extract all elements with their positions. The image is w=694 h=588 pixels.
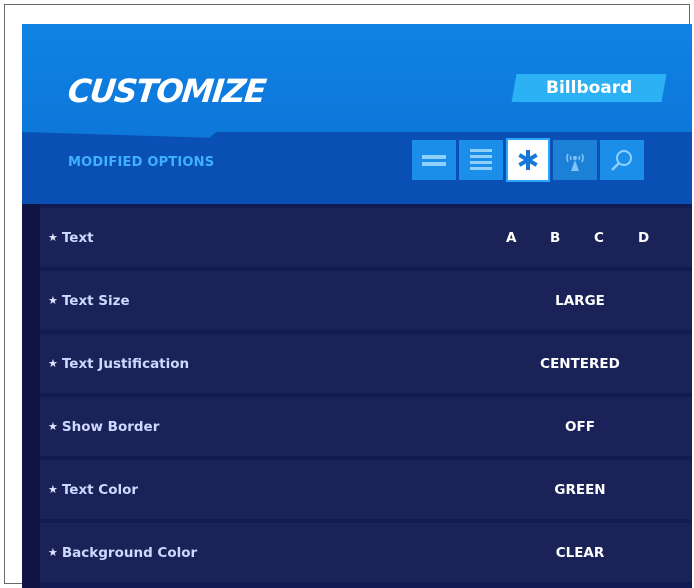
left-rail <box>22 204 40 588</box>
tab-two-lines[interactable] <box>412 140 456 180</box>
option-row-background-color[interactable]: ★ Background Color CLEAR <box>40 523 692 582</box>
option-label: ★ Show Border <box>48 419 159 435</box>
list-lines-icon <box>470 149 492 170</box>
star-icon: ★ <box>48 483 58 496</box>
customize-panel: CUSTOMIZE Billboard MODIFIED OPTIONS ★ T… <box>22 24 692 588</box>
option-label-text: Text Size <box>61 292 130 309</box>
tab-search[interactable] <box>600 140 644 180</box>
star-icon: ★ <box>48 546 58 559</box>
letter-slot[interactable]: C <box>594 230 638 246</box>
text-letters: A B C D <box>506 230 682 246</box>
letter-slot[interactable]: B <box>550 230 594 246</box>
tab-bar <box>412 140 644 180</box>
modified-options-label: MODIFIED OPTIONS <box>68 155 215 170</box>
option-row-text-justification[interactable]: ★ Text Justification CENTERED <box>40 334 692 393</box>
option-row-show-border[interactable]: ★ Show Border OFF <box>40 397 692 456</box>
option-label-text: Text Justification <box>61 355 190 372</box>
option-label-text: Show Border <box>61 418 160 435</box>
option-value: CLEAR <box>555 544 605 561</box>
star-icon: ★ <box>48 231 58 244</box>
option-row-text-color[interactable]: ★ Text Color GREEN <box>40 460 692 519</box>
star-icon: ★ <box>48 294 58 307</box>
star-icon: ★ <box>48 420 58 433</box>
option-row-text[interactable]: ★ Text A B C D <box>40 208 692 267</box>
page-title: CUSTOMIZE <box>66 72 267 110</box>
letter-slot[interactable]: D <box>638 230 682 246</box>
tab-antenna[interactable] <box>553 140 597 180</box>
option-label: ★ Text Size <box>48 293 130 309</box>
option-label: ★ Text Justification <box>48 356 189 372</box>
option-label: ★ Text <box>48 230 94 246</box>
option-row-text-size[interactable]: ★ Text Size LARGE <box>40 271 692 330</box>
letter-slot[interactable]: A <box>506 230 550 246</box>
option-label: ★ Background Color <box>48 545 197 561</box>
tab-modified[interactable] <box>508 140 548 180</box>
options-list: ★ Text A B C D ★ Text Size LARGE ★ Text Jus… <box>40 208 692 588</box>
header: CUSTOMIZE Billboard MODIFIED OPTIONS <box>22 24 692 204</box>
device-tag: Billboard <box>511 74 667 102</box>
option-label: ★ Text Color <box>48 482 138 498</box>
two-lines-icon <box>422 155 446 166</box>
option-label-text: Text <box>61 229 94 246</box>
star-icon: ★ <box>48 357 58 370</box>
option-value: GREEN <box>554 481 606 498</box>
antenna-icon <box>566 153 584 171</box>
star-icon <box>518 150 538 170</box>
option-value: CENTERED <box>540 355 620 372</box>
tab-list[interactable] <box>459 140 503 180</box>
option-label-text: Text Color <box>61 481 139 498</box>
option-label-text: Background Color <box>61 544 198 561</box>
option-value: LARGE <box>555 292 605 309</box>
option-value: OFF <box>565 418 595 435</box>
device-tag-label: Billboard <box>545 78 633 98</box>
search-icon <box>611 150 632 171</box>
